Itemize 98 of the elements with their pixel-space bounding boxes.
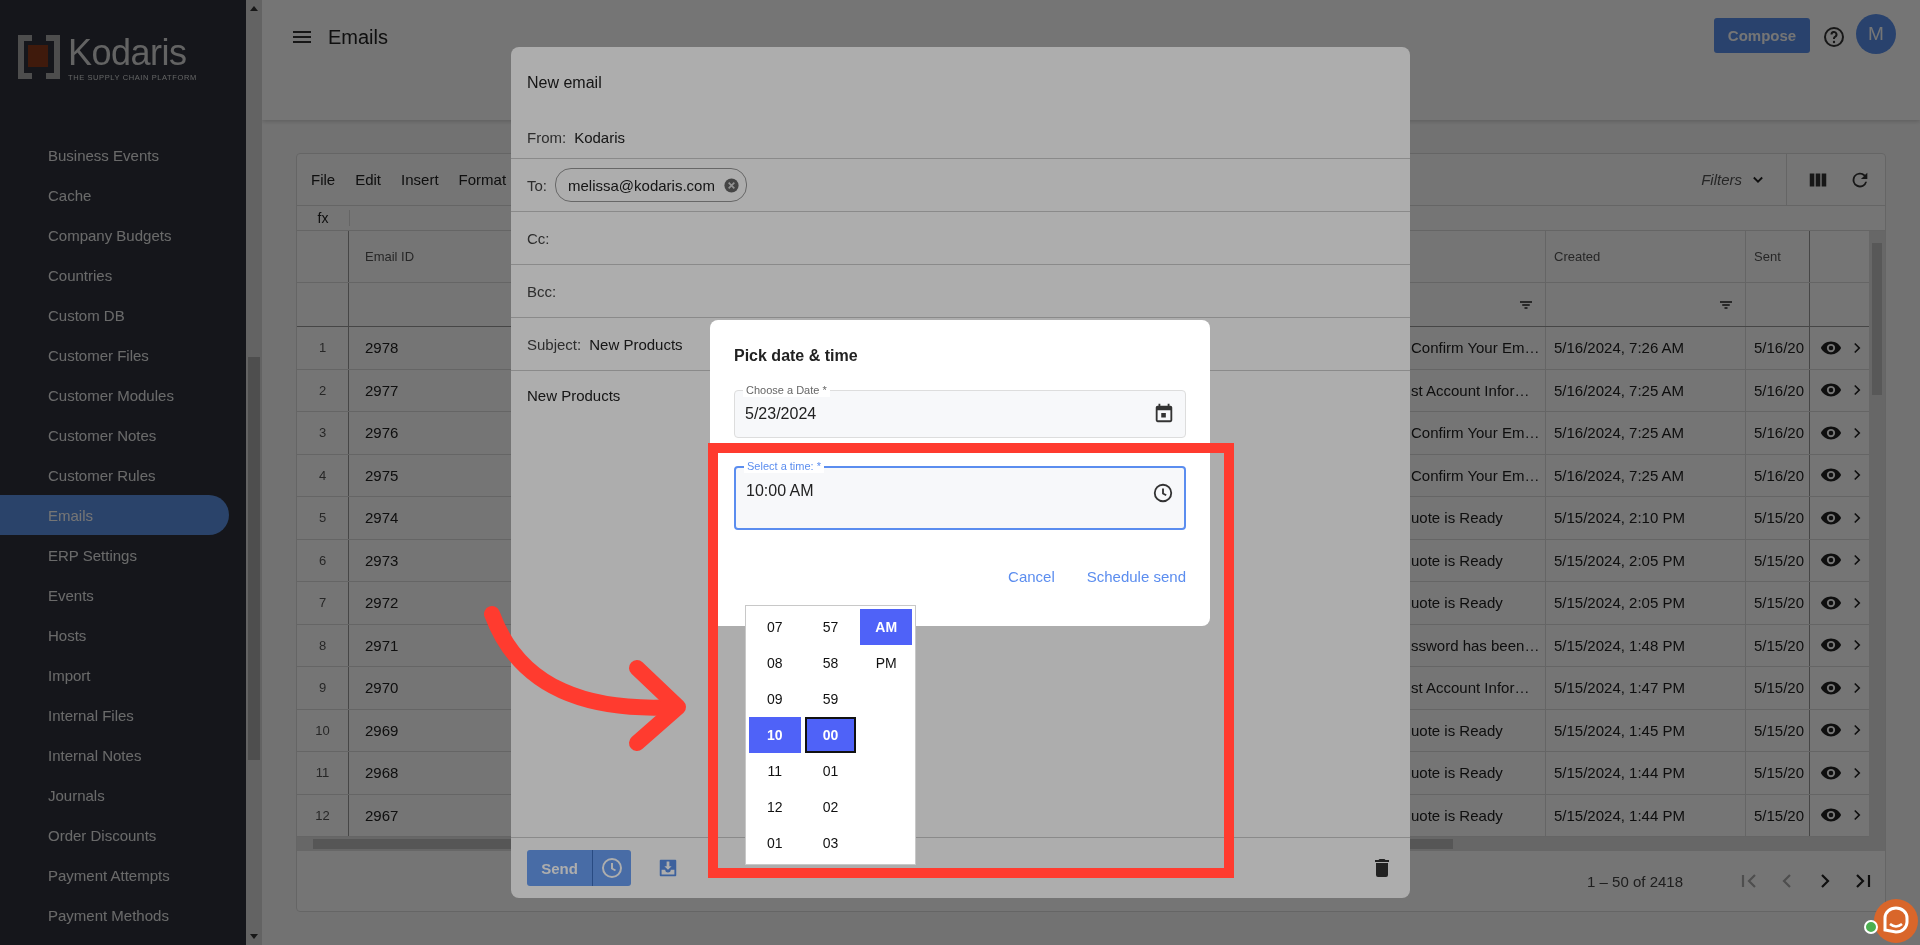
chat-button[interactable]	[1864, 897, 1918, 945]
row-number: 5	[297, 497, 349, 539]
field-label: Subject:	[527, 335, 582, 353]
column-header: Sent	[1754, 249, 1781, 264]
calendar-icon[interactable]	[1153, 402, 1175, 424]
table-cell: 5/15/2024, 2:10 PM	[1546, 497, 1746, 539]
row-number: 6	[297, 539, 349, 581]
time-option[interactable]: 01	[804, 753, 857, 789]
compose-button[interactable]: Compose	[1714, 18, 1810, 53]
save-draft-icon[interactable]	[657, 857, 679, 879]
table-cell: 5/15/2024, 1:48 PM	[1546, 624, 1746, 666]
table-cell: 5/15/20	[1746, 624, 1810, 666]
table-cell: 5/15/20	[1746, 794, 1810, 836]
column-header: Email ID	[365, 249, 415, 264]
schedule-send-button[interactable]	[593, 850, 631, 886]
row-number: 4	[297, 454, 349, 496]
sidebar-item[interactable]: Company Budgets	[0, 215, 229, 255]
pagination-range: 1 – 50 of 2418	[1587, 872, 1683, 890]
sidebar-item[interactable]: Business Events	[0, 135, 229, 175]
remove-icon[interactable]	[722, 176, 740, 194]
sidebar-item[interactable]: Custom DB	[0, 295, 229, 335]
table-cell: 5/16/2024, 7:25 AM	[1546, 369, 1746, 411]
sender-name: Kodaris	[574, 129, 626, 146]
field-label: From:	[527, 129, 567, 146]
scrollbar[interactable]	[1869, 231, 1885, 837]
time-option[interactable]: 00	[804, 717, 857, 753]
sidebar-item[interactable]: Customer Rules	[0, 455, 229, 495]
column-header: Created	[1554, 249, 1601, 264]
field-label: Bcc:	[527, 282, 557, 300]
menu-item[interactable]: Insert	[401, 171, 439, 188]
table-cell: 5/16/2024, 7:26 AM	[1546, 327, 1746, 369]
email-body: New Products	[527, 387, 621, 404]
subject-value: New Products	[589, 335, 683, 353]
table-cell: 5/15/20	[1746, 539, 1810, 581]
table-cell: 5/16/2024, 7:25 AM	[1546, 454, 1746, 496]
sidebar-item[interactable]: Events	[0, 575, 229, 615]
table-cell: 5/16/20	[1746, 454, 1810, 496]
dialog-title: Pick date & time	[734, 347, 859, 365]
page-title: Emails	[328, 26, 388, 49]
sidebar-item[interactable]: Emails	[0, 495, 229, 535]
table-cell: 5/16/20	[1746, 327, 1810, 369]
sidebar-item[interactable]: Import	[0, 655, 229, 695]
clock-icon[interactable]	[1152, 482, 1174, 504]
sidebar-item[interactable]: Internal Notes	[0, 735, 229, 775]
row-number: 3	[297, 412, 349, 454]
user-avatar[interactable]: M	[1856, 14, 1896, 54]
menu-item[interactable]: File	[311, 171, 336, 188]
scrollbar[interactable]	[246, 0, 262, 945]
sidebar-item[interactable]: ERP Settings	[0, 535, 229, 575]
logo-icon	[18, 35, 60, 79]
sidebar-item[interactable]: Customer Modules	[0, 375, 229, 415]
sidebar-item[interactable]: Payment Attempts	[0, 855, 229, 895]
row-number: 1	[297, 327, 349, 369]
sidebar-item[interactable]: Journals	[0, 775, 229, 815]
table-cell: 5/15/2024, 1:47 PM	[1546, 667, 1746, 709]
table-cell: 5/16/20	[1746, 369, 1810, 411]
menu-item[interactable]: Format	[458, 171, 507, 188]
table-cell: 5/15/20	[1746, 582, 1810, 624]
table-cell: 5/15/20	[1746, 752, 1810, 794]
sidebar-item[interactable]: Customer Files	[0, 335, 229, 375]
table-cell: 5/16/20	[1746, 412, 1810, 454]
row-number: 11	[297, 752, 349, 794]
time-option[interactable]: 10	[749, 717, 801, 753]
row-number: 8	[297, 624, 349, 666]
table-cell: 5/15/2024, 2:05 PM	[1546, 582, 1746, 624]
table-cell: 5/15/20	[1746, 497, 1810, 539]
sidebar-item[interactable]: Internal Files	[0, 695, 229, 735]
table-cell: 5/15/20	[1746, 709, 1810, 751]
row-number: 10	[297, 709, 349, 751]
row-number: 9	[297, 667, 349, 709]
sidebar-item[interactable]: Payment Methods	[0, 895, 229, 935]
row-number: 7	[297, 582, 349, 624]
sidebar-item[interactable]: Order Discounts	[0, 815, 229, 855]
field-label: Cc:	[527, 229, 550, 247]
sidebar-item[interactable]: Hosts	[0, 615, 229, 655]
time-option[interactable]: AM	[860, 609, 912, 646]
clock-icon	[600, 856, 624, 880]
send-button[interactable]: Send	[527, 850, 593, 886]
row-number: 12	[297, 794, 349, 836]
time-option[interactable]: 11	[749, 753, 801, 789]
sidebar-item[interactable]: Countries	[0, 255, 229, 295]
field-label: To:	[527, 176, 547, 194]
help-icon[interactable]	[1822, 25, 1846, 49]
table-cell: 5/15/2024, 1:44 PM	[1546, 794, 1746, 836]
table-cell: 5/15/2024, 2:05 PM	[1546, 539, 1746, 581]
menu-item[interactable]: Edit	[355, 171, 382, 188]
table-cell: 5/15/20	[1746, 667, 1810, 709]
sidebar-item[interactable]: Customer Notes	[0, 415, 229, 455]
recipient-chip[interactable]: melissa@kodaris.com	[555, 168, 747, 202]
row-number: 2	[297, 369, 349, 411]
formula-label: fx	[297, 210, 350, 226]
dialog-title: New email	[527, 74, 602, 91]
sidebar-item[interactable]: Cache	[0, 175, 229, 215]
logo-name: Kodaris	[68, 35, 188, 71]
table-cell: 5/15/2024, 1:45 PM	[1546, 709, 1746, 751]
table-cell: 5/16/2024, 7:25 AM	[1546, 412, 1746, 454]
filters-dropdown[interactable]: Filters	[1695, 154, 1787, 205]
table-cell: 5/15/2024, 1:44 PM	[1546, 752, 1746, 794]
